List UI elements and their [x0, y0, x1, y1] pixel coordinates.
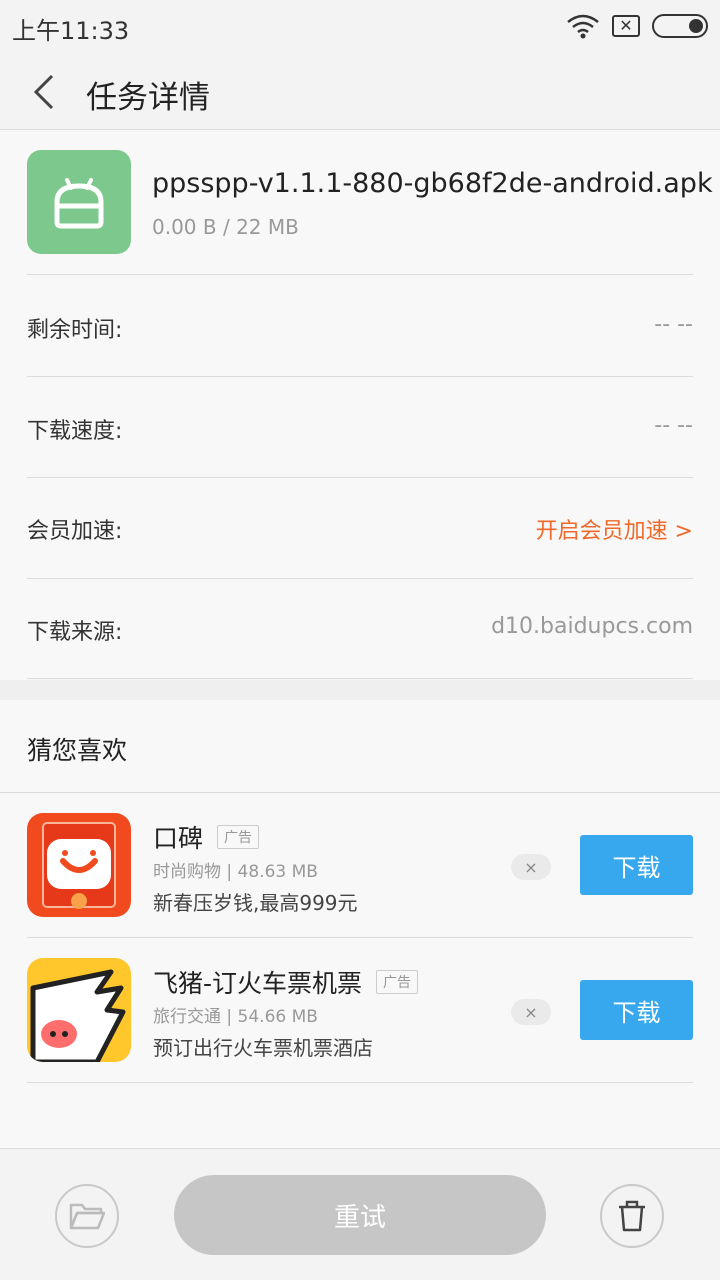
- info-value: -- --: [654, 413, 693, 438]
- app-name: 口碑 广告: [153, 819, 260, 855]
- status-bar: 上午11:33 ✕: [0, 0, 720, 52]
- folder-icon: [69, 1203, 105, 1230]
- download-button[interactable]: 下载: [580, 980, 693, 1040]
- info-label: 下载来源:: [27, 620, 123, 645]
- ad-badge: 广告: [217, 825, 260, 849]
- app-item-koubei[interactable]: 口碑 广告 时尚购物 | 48.63 MB 新春压岁钱,最高999元 × 下载: [27, 793, 693, 938]
- bottom-action-bar: 重试: [0, 1148, 720, 1280]
- file-size: 0.00 B / 22 MB: [152, 215, 299, 239]
- app-description: 预订出行火车票机票酒店: [153, 1036, 373, 1060]
- back-button[interactable]: [22, 70, 66, 114]
- trash-icon: [619, 1200, 645, 1232]
- app-meta: 旅行交通 | 54.66 MB: [153, 1007, 318, 1027]
- no-sim-icon: ✕: [612, 15, 640, 37]
- app-item-feizhu[interactable]: 飞猪-订火车票机票 广告 旅行交通 | 54.66 MB 预订出行火车票机票酒店 …: [27, 938, 693, 1083]
- info-label: 剩余时间:: [27, 318, 123, 343]
- file-name: ppsspp-v1.1.1-880-gb68f2de-android.apk: [152, 168, 713, 199]
- app-name-text: 飞猪-订火车票机票: [153, 969, 363, 998]
- download-button[interactable]: 下载: [580, 835, 693, 895]
- info-label: 会员加速:: [27, 519, 123, 544]
- vip-accelerate-link[interactable]: 开启会员加速 >: [536, 513, 693, 545]
- wifi-icon: [567, 14, 599, 39]
- ad-badge: 广告: [376, 970, 419, 994]
- recommend-title: 猜您喜欢: [27, 736, 128, 765]
- status-icons: ✕: [566, 12, 708, 40]
- info-value: d10.baidupcs.com: [491, 614, 693, 639]
- feizhu-app-icon: [27, 958, 131, 1062]
- app-name: 飞猪-订火车票机票 广告: [153, 964, 419, 1000]
- file-card: ppsspp-v1.1.1-880-gb68f2de-android.apk 0…: [0, 131, 720, 679]
- delete-button[interactable]: [600, 1184, 664, 1248]
- chevron-left-icon: [33, 74, 54, 110]
- info-row-vip-accelerate: 会员加速: 开启会员加速 >: [27, 477, 693, 577]
- section-gap: [0, 680, 720, 700]
- dismiss-ad-button[interactable]: ×: [511, 999, 551, 1025]
- info-label: 下载速度:: [27, 419, 123, 444]
- app-name-text: 口碑: [153, 824, 204, 853]
- divider: [27, 678, 693, 679]
- dismiss-ad-button[interactable]: ×: [511, 854, 551, 880]
- open-folder-button[interactable]: [55, 1184, 119, 1248]
- page-title: 任务详情: [86, 80, 210, 116]
- android-apk-icon: [27, 150, 131, 254]
- app-description: 新春压岁钱,最高999元: [153, 891, 358, 915]
- koubei-app-icon: [27, 813, 131, 917]
- status-time: 上午11:33: [12, 17, 130, 45]
- battery-icon: [652, 14, 708, 38]
- retry-button[interactable]: 重试: [174, 1175, 546, 1255]
- info-value: -- --: [654, 312, 693, 337]
- title-bar: 任务详情: [0, 52, 720, 130]
- divider: [27, 1082, 693, 1083]
- divider: [27, 274, 693, 275]
- recommend-section: 猜您喜欢 口碑 广告 时尚购物 | 48.63 MB 新春压岁钱,最高999元 ×…: [0, 700, 720, 1148]
- app-meta: 时尚购物 | 48.63 MB: [153, 862, 318, 882]
- info-row-download-speed: 下载速度: -- --: [27, 377, 693, 477]
- info-row-download-source: 下载来源: d10.baidupcs.com: [27, 578, 693, 678]
- info-row-remaining-time: 剩余时间: -- --: [27, 276, 693, 376]
